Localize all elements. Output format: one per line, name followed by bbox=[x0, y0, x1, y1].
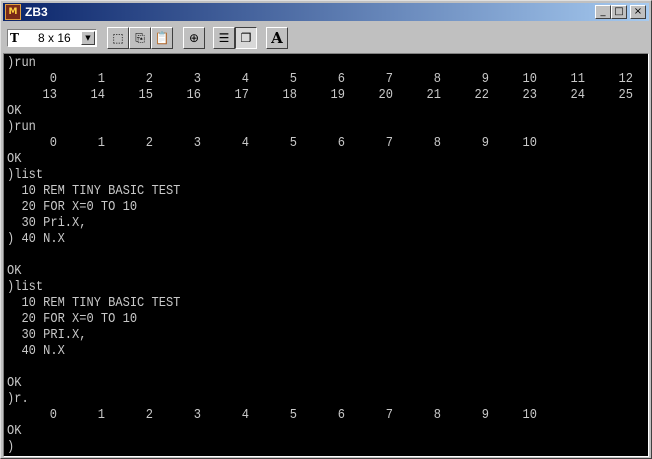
output-number: 1 bbox=[97, 135, 105, 151]
output-number: 10 bbox=[522, 71, 537, 87]
terminal-line: ) bbox=[7, 439, 15, 455]
output-number: 18 bbox=[282, 87, 297, 103]
output-number: 19 bbox=[330, 87, 345, 103]
select-button[interactable]: ⬚ bbox=[107, 27, 129, 49]
paste-icon: 📋 bbox=[154, 31, 170, 45]
output-number: 5 bbox=[289, 71, 297, 87]
font-icon: A bbox=[271, 29, 283, 47]
terminal-line: 30 PRI.X, bbox=[7, 327, 87, 343]
toolbar: T 8 x 16 ▼ ⬚ ⎘ 📋 ⊕ ☰ ❐ A bbox=[3, 23, 649, 51]
output-number: 8 bbox=[433, 407, 441, 423]
terminal-line: OK bbox=[7, 375, 22, 391]
output-number: 24 bbox=[570, 87, 585, 103]
properties-icon: ☰ bbox=[218, 31, 230, 45]
terminal-line: 10 REM TINY BASIC TEST bbox=[7, 295, 181, 311]
output-number: 2 bbox=[145, 407, 153, 423]
output-number: 5 bbox=[289, 135, 297, 151]
terminal-line: 10 REM TINY BASIC TEST bbox=[7, 183, 181, 199]
output-number: 7 bbox=[385, 407, 393, 423]
chevron-down-icon[interactable]: ▼ bbox=[81, 31, 95, 45]
output-number: 3 bbox=[193, 71, 201, 87]
output-number: 8 bbox=[433, 71, 441, 87]
output-number: 22 bbox=[474, 87, 489, 103]
output-number: 10 bbox=[522, 135, 537, 151]
output-number: 4 bbox=[241, 407, 249, 423]
background-button[interactable]: ❐ bbox=[235, 27, 257, 49]
output-number: 3 bbox=[193, 407, 201, 423]
output-number: 13 bbox=[42, 87, 57, 103]
output-number: 9 bbox=[481, 407, 489, 423]
output-number: 10 bbox=[522, 407, 537, 423]
window-title: ZB3 bbox=[25, 5, 48, 19]
output-number: 8 bbox=[433, 135, 441, 151]
maximize-button[interactable]: □ bbox=[611, 5, 627, 19]
copy-icon: ⎘ bbox=[135, 31, 145, 45]
output-number: 2 bbox=[145, 71, 153, 87]
output-number: 21 bbox=[426, 87, 441, 103]
app-icon[interactable]: M bbox=[5, 4, 21, 20]
title-bar[interactable]: M ZB3 _ □ × bbox=[3, 3, 649, 21]
output-number: 5 bbox=[289, 407, 297, 423]
output-number: 3 bbox=[193, 135, 201, 151]
terminal-line: OK bbox=[7, 263, 22, 279]
output-number: 20 bbox=[378, 87, 393, 103]
output-number: 9 bbox=[481, 71, 489, 87]
terminal-line: )list bbox=[7, 279, 44, 295]
output-number: 2 bbox=[145, 135, 153, 151]
output-number: 25 bbox=[618, 87, 633, 103]
terminal-output[interactable]: )run OK)run OK)list 10 REM TINY BASIC TEST… bbox=[3, 53, 649, 457]
terminal-line: 40 N.X bbox=[7, 343, 65, 359]
paste-button[interactable]: 📋 bbox=[151, 27, 173, 49]
output-number: 15 bbox=[138, 87, 153, 103]
output-number: 17 bbox=[234, 87, 249, 103]
fullscreen-button[interactable]: ⊕ bbox=[183, 27, 205, 49]
terminal-line: 20 FOR X=0 TO 10 bbox=[7, 311, 138, 327]
output-number: 1 bbox=[97, 407, 105, 423]
output-number: 7 bbox=[385, 71, 393, 87]
background-icon: ❐ bbox=[240, 31, 252, 45]
font-size-select[interactable]: T 8 x 16 ▼ bbox=[7, 29, 97, 47]
output-number: 14 bbox=[90, 87, 105, 103]
output-number: 0 bbox=[49, 71, 57, 87]
output-number: 4 bbox=[241, 135, 249, 151]
terminal-line: OK bbox=[7, 151, 22, 167]
select-icon: ⬚ bbox=[112, 31, 124, 45]
font-type-icon: T bbox=[10, 31, 19, 45]
terminal-line: OK bbox=[7, 423, 22, 439]
terminal-line: )run bbox=[7, 119, 36, 135]
terminal-line: )r. bbox=[7, 391, 29, 407]
close-button[interactable]: × bbox=[630, 5, 646, 19]
output-number: 6 bbox=[337, 135, 345, 151]
properties-button[interactable]: ☰ bbox=[213, 27, 235, 49]
terminal-line: )list bbox=[7, 167, 44, 183]
copy-button[interactable]: ⎘ bbox=[129, 27, 151, 49]
app-window: M ZB3 _ □ × T 8 x 16 ▼ ⬚ ⎘ 📋 ⊕ ☰ ❐ A )ru… bbox=[0, 0, 652, 459]
output-number: 7 bbox=[385, 135, 393, 151]
output-number: 0 bbox=[49, 407, 57, 423]
terminal-line: ) 40 N.X bbox=[7, 231, 65, 247]
font-size-value: 8 x 16 bbox=[38, 31, 71, 45]
terminal-line: 30 Pri.X, bbox=[7, 215, 87, 231]
terminal-line: OK bbox=[7, 103, 22, 119]
terminal-line: 20 FOR X=0 TO 10 bbox=[7, 199, 138, 215]
output-number: 4 bbox=[241, 71, 249, 87]
fullscreen-icon: ⊕ bbox=[188, 31, 200, 45]
output-number: 12 bbox=[618, 71, 633, 87]
terminal-line: )run bbox=[7, 55, 36, 71]
output-number: 16 bbox=[186, 87, 201, 103]
minimize-button[interactable]: _ bbox=[595, 5, 611, 19]
output-number: 1 bbox=[97, 71, 105, 87]
output-number: 9 bbox=[481, 135, 489, 151]
output-number: 0 bbox=[49, 135, 57, 151]
output-number: 6 bbox=[337, 71, 345, 87]
font-button[interactable]: A bbox=[266, 27, 288, 49]
output-number: 6 bbox=[337, 407, 345, 423]
output-number: 11 bbox=[570, 71, 585, 87]
output-number: 23 bbox=[522, 87, 537, 103]
